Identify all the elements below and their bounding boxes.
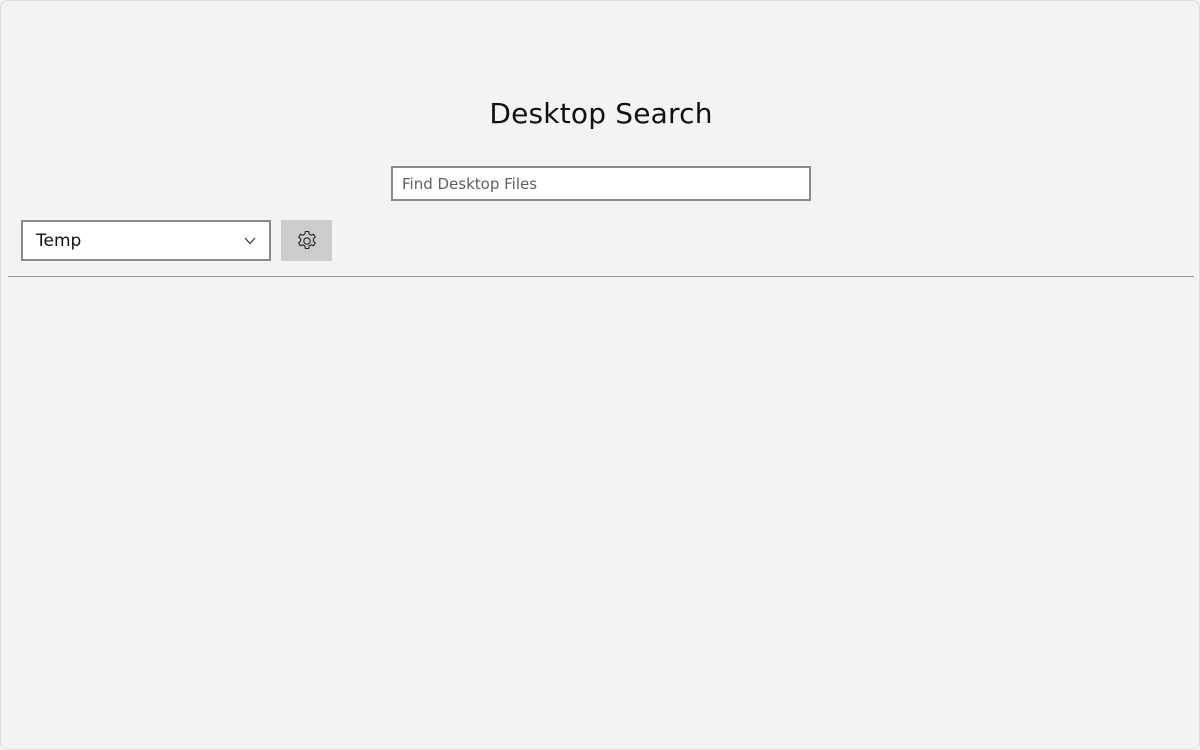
settings-button[interactable]: [281, 220, 332, 261]
search-input[interactable]: [391, 166, 811, 201]
location-dropdown-value: Temp: [36, 230, 82, 251]
location-dropdown[interactable]: Temp: [21, 220, 271, 261]
gear-icon: [295, 229, 319, 253]
chevron-down-icon: [243, 234, 257, 248]
app-window: Desktop Search Temp: [0, 0, 1200, 750]
results-area: [8, 277, 1194, 737]
page-title: Desktop Search: [489, 97, 713, 130]
